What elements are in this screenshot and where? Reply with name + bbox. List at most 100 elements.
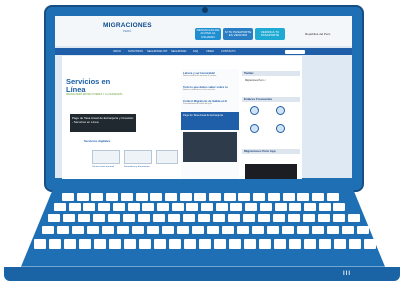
site-logo[interactable]: MIGRACIONES PERÚ: [103, 22, 152, 33]
promo-box[interactable]: Pago de Tasa Anual de Extranjería y Crea…: [70, 114, 136, 132]
keyboard-key: [259, 239, 271, 249]
section-links: Enlaces Frecuentes: [242, 97, 300, 102]
highlight-text: Pago de Tasa Anual de Extranjería: [183, 114, 223, 117]
keyboard-key: [258, 214, 270, 222]
keyboard-key: [312, 226, 324, 234]
keyboard-key: [199, 239, 211, 249]
highlight-block[interactable]: Pago de Tasa Anual de Extranjería: [181, 112, 239, 130]
keyboard-key: [319, 239, 331, 249]
keyboard-key: [186, 203, 199, 211]
keyboard-key: [183, 214, 195, 222]
keyboard-key: [177, 226, 189, 234]
keyboard-key: [94, 239, 106, 249]
keyboard-key: [318, 203, 331, 211]
keyboard-key: [267, 226, 279, 234]
keyboard-key: [192, 226, 204, 234]
webcam-icon: [202, 7, 208, 13]
service-table-thumbnail[interactable]: [156, 150, 178, 164]
service-thumbnail[interactable]: [124, 150, 152, 164]
keyboard-key: [207, 226, 219, 234]
keyboard-key: [179, 193, 192, 201]
keyboard-key: [164, 193, 177, 201]
nav-item-faq[interactable]: FAQ: [193, 50, 198, 53]
nav-item-inicio[interactable]: INICIO: [113, 50, 121, 53]
keyboard-key: [79, 239, 91, 249]
keyboard-key: [334, 239, 346, 249]
keyboard-key: [42, 226, 54, 234]
section-twitter: Twitter: [242, 71, 300, 76]
keyboard-key: [48, 214, 60, 222]
header-button-denuncias[interactable]: DENUNCIAS DE ACOSO AL USUARIO: [195, 28, 221, 40]
nav-item-seguridad[interactable]: SEGURIDAD: [171, 50, 186, 53]
keyboard-key: [304, 239, 316, 249]
service-caption: Oficina virtual nacional: [92, 166, 115, 168]
keyboard-key: [76, 193, 89, 201]
nav-item-contacto[interactable]: CONTÁCTO: [221, 50, 236, 53]
services-title: Servicios digitales: [84, 139, 111, 143]
keyboard-key: [326, 193, 339, 201]
news-summary: Procedimiento de salida del país: [183, 103, 212, 105]
header-button-verifica[interactable]: VERIFICA TU PASAPORTE: [255, 28, 285, 40]
document-icon[interactable]: [276, 124, 285, 133]
news-image[interactable]: [183, 132, 237, 162]
service-thumbnail[interactable]: [92, 150, 120, 164]
news-summary: Nuevas condiciones en los servicios: [183, 89, 216, 91]
keyboard-key: [171, 203, 184, 211]
keyboard-key: [267, 193, 280, 201]
calendar-icon[interactable]: [250, 106, 259, 115]
keyboard-key: [57, 226, 69, 234]
header-button-pasaporte[interactable]: SI TU PASAPORTE ES VENCIDO: [223, 28, 253, 40]
keyboard-key: [169, 239, 181, 249]
keyboard-key: [194, 193, 207, 201]
laptop-badge: III: [343, 271, 352, 277]
keyboard-key: [349, 239, 361, 249]
banner-subtitle: MIGRACIONES ENTRE USTEDES Y LA CIUDADANÍ…: [66, 94, 123, 96]
keyboard-key: [297, 193, 310, 201]
keyboard-key: [106, 193, 119, 201]
keyboard-key: [72, 226, 84, 234]
keyboard-key: [54, 203, 66, 211]
keyboard-key: [123, 214, 135, 222]
keyboard: [34, 193, 376, 263]
keyboard-key: [184, 239, 196, 249]
keyboard-key: [357, 226, 369, 234]
keyboard-key: [168, 214, 180, 222]
keyboard-key: [93, 214, 105, 222]
keyboard-key: [139, 239, 151, 249]
search-input[interactable]: [285, 49, 305, 54]
laptop-base-edge: [4, 267, 400, 281]
magnifier-icon[interactable]: [250, 124, 259, 133]
news-summary: Nuevo servicio de atención al usuario: [183, 75, 217, 77]
keyboard-key: [132, 226, 144, 234]
nav-item-nosotros[interactable]: NOSOTROS: [128, 50, 143, 53]
main-navigation: INICIO NOSOTROS SEGURIDAD INT. SEGURIDAD…: [55, 48, 352, 55]
keyboard-key: [274, 203, 287, 211]
keyboard-key: [109, 239, 121, 249]
keyboard-key: [282, 226, 294, 234]
keyboard-key: [34, 239, 46, 249]
keyboard-key: [223, 193, 236, 201]
keyboard-key: [63, 214, 75, 222]
appointment-icon[interactable]: [276, 106, 285, 115]
keyboard-key: [215, 203, 228, 211]
nav-item-video[interactable]: VIDEO: [206, 50, 214, 53]
keyboard-key: [229, 239, 241, 249]
keyboard-key: [102, 226, 114, 234]
banner-title: Servicios en Línea: [66, 77, 111, 94]
keyboard-key: [138, 214, 150, 222]
keyboard-key: [153, 214, 165, 222]
keyboard-key: [83, 203, 96, 211]
keyboard-key: [162, 226, 174, 234]
services-banner[interactable]: Servicios en Línea MIGRACIONES ENTRE UST…: [66, 78, 125, 98]
keyboard-key: [318, 214, 330, 222]
keyboard-key: [230, 203, 243, 211]
nav-item-seguridad-int[interactable]: SEGURIDAD INT.: [147, 50, 168, 53]
app-video[interactable]: [245, 164, 297, 179]
keyboard-key: [147, 226, 159, 234]
keyboard-key: [253, 193, 266, 201]
keyboard-key: [209, 193, 221, 201]
keyboard-key: [117, 226, 129, 234]
keyboard-key: [87, 226, 99, 234]
keyboard-key: [91, 193, 104, 201]
keyboard-key: [135, 193, 148, 201]
